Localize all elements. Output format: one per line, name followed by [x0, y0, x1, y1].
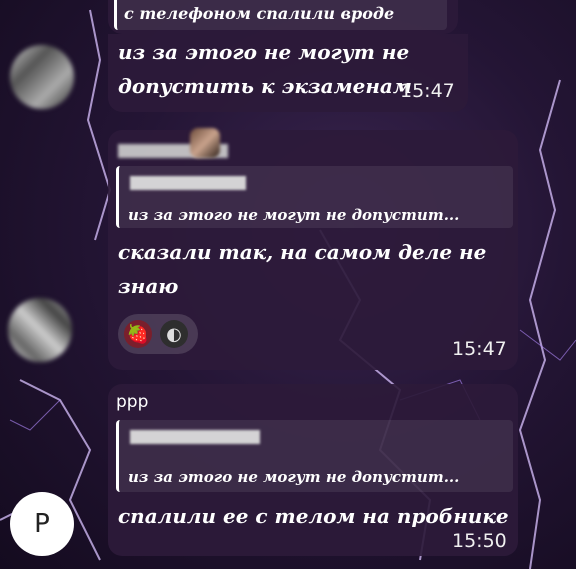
message-3-line-1: сказали так, на самом деле не [118, 240, 487, 264]
message-2-line-1: из за этого не могут не [118, 40, 410, 64]
message-4-sender: ррр [116, 392, 149, 412]
sticker-icon[interactable]: ◐ [160, 320, 188, 348]
message-2-time: 15:47 [400, 80, 455, 102]
message-1-text: с телефоном спалили вроде [124, 4, 395, 23]
message-3-time: 15:47 [452, 338, 507, 360]
message-4-reply-author [130, 430, 260, 444]
message-4-reply-text: из за этого не могут не допустит... [128, 468, 460, 486]
sender-avatar[interactable] [10, 45, 74, 109]
message-4-time: 15:50 [452, 530, 507, 552]
sender-avatar[interactable]: Р [10, 492, 74, 556]
message-3-reply-text: из за этого не могут не допустит... [128, 206, 460, 224]
message-4-line-1: спалили ее с телом на пробнике [118, 504, 509, 528]
message-3-sender-avatar-mini [190, 128, 220, 158]
message-3-reply-author [130, 176, 246, 190]
message-2-line-2: допустить к экзаменам [118, 74, 412, 98]
message-3-line-2: знаю [118, 274, 179, 298]
strawberry-icon[interactable]: 🍓 [124, 320, 152, 348]
sender-avatar[interactable] [8, 298, 72, 362]
